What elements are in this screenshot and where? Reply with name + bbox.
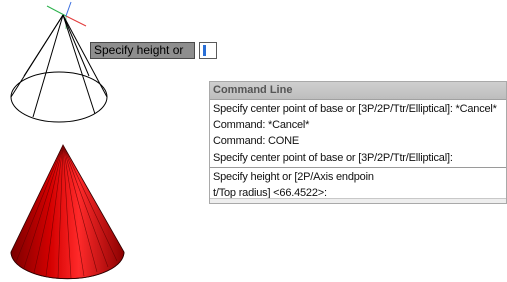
- history-line: Command: CONE: [213, 135, 300, 148]
- dynamic-input-prompt: Specify height or: [90, 42, 195, 59]
- current-prompt-line: Specify height or [2P/Axis endpoin: [213, 171, 374, 183]
- dynamic-input-field[interactable]: [199, 42, 217, 59]
- command-line-resize-edge[interactable]: [210, 198, 506, 203]
- command-line-window[interactable]: Command Line Specify center point of bas…: [209, 81, 507, 204]
- history-line: Command: *Cancel*: [213, 119, 310, 132]
- history-line: Specify center point of base or [3P/2P/T…: [213, 103, 497, 115]
- wireframe-cone[interactable]: [10, 14, 108, 123]
- command-line-title[interactable]: Command Line: [210, 82, 506, 100]
- command-history: Specify center point of base or [3P/2P/T…: [210, 100, 506, 168]
- command-input-area[interactable]: Specify height or [2P/Axis endpoin t/Top…: [210, 168, 506, 201]
- shaded-cone[interactable]: [10, 144, 125, 280]
- history-line: Specify center point of base or [3P/2P/T…: [213, 151, 453, 164]
- text-cursor: [203, 45, 206, 56]
